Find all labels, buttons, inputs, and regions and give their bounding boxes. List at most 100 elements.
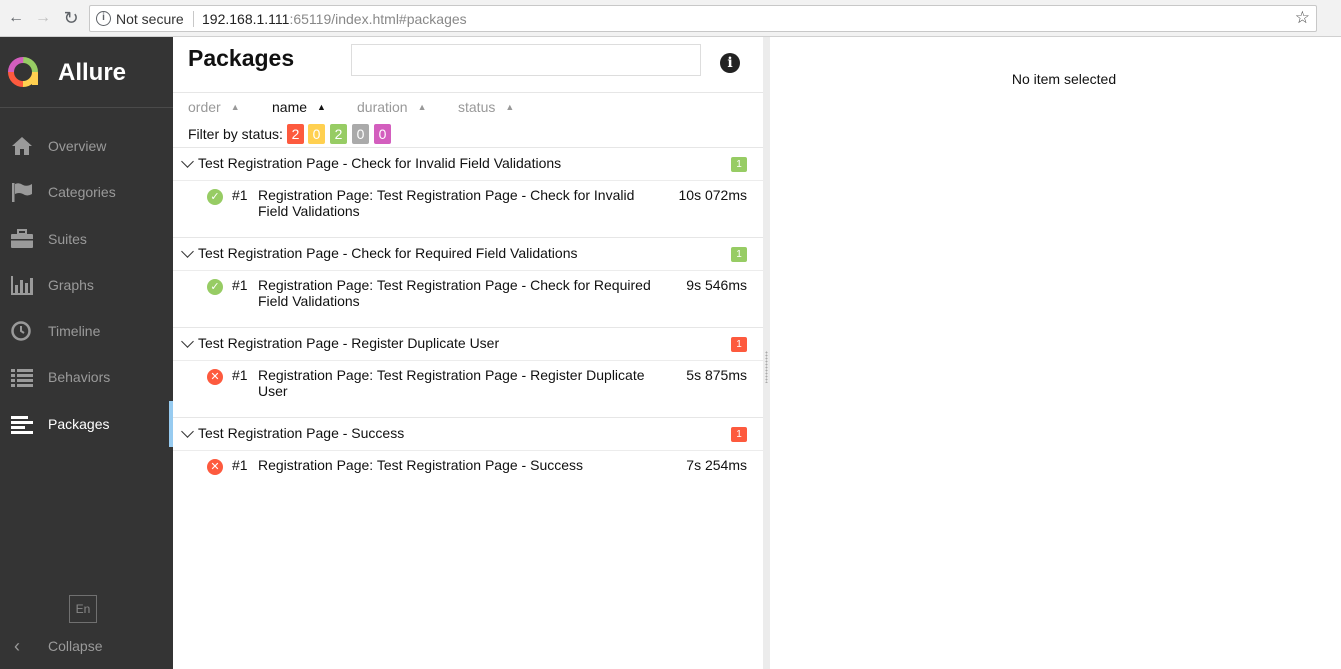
sidebar-item-behaviors[interactable]: Behaviors xyxy=(0,354,173,400)
sort-ascending-icon: ▲ xyxy=(317,102,326,112)
group-count-badge: 1 xyxy=(731,337,747,352)
test-name: Registration Page: Test Registration Pag… xyxy=(258,187,635,219)
sidebar-divider xyxy=(0,107,173,108)
test-item[interactable]: ✕ #1 Registration Page: Test Registratio… xyxy=(173,450,763,494)
sorter-label: name xyxy=(272,99,308,115)
back-arrow-icon[interactable]: ← xyxy=(6,8,26,28)
brand-name: Allure xyxy=(58,59,127,86)
package-group: Test Registration Page - Success 1 ✕ #1 … xyxy=(173,417,763,494)
chevron-left-icon: ‹ xyxy=(14,636,20,656)
test-number: #1 xyxy=(232,457,248,473)
sorter-duration[interactable]: duration ▲ xyxy=(357,99,427,115)
package-group: Test Registration Page - Register Duplic… xyxy=(173,327,763,417)
language-selector[interactable]: En xyxy=(69,595,97,623)
passed-check-icon: ✓ xyxy=(207,189,223,205)
security-label[interactable]: Not secure xyxy=(116,11,184,27)
sidebar: Allure Overview Categories Suites Graphs… xyxy=(0,37,173,669)
sidebar-item-label: Behaviors xyxy=(48,369,111,386)
group-title: Test Registration Page - Check for Inval… xyxy=(198,155,562,171)
test-name: Registration Page: Test Registration Pag… xyxy=(258,367,645,399)
allure-logo-icon xyxy=(8,57,38,87)
filter-passed-badge[interactable]: 2 xyxy=(330,124,347,144)
test-duration: 10s 072ms xyxy=(678,187,747,203)
group-header[interactable]: Test Registration Page - Success 1 xyxy=(173,418,763,450)
sidebar-item-graphs[interactable]: Graphs xyxy=(0,262,173,308)
sidebar-item-timeline[interactable]: Timeline xyxy=(0,308,173,354)
test-duration: 9s 546ms xyxy=(686,277,747,293)
bar-chart-icon xyxy=(11,275,33,295)
package-group: Test Registration Page - Check for Requi… xyxy=(173,237,763,327)
sorter-label: order xyxy=(188,99,221,115)
sorter-label: duration xyxy=(357,99,408,115)
url-text[interactable]: 192.168.1.111:65119/index.html#packages xyxy=(202,11,467,27)
test-item[interactable]: ✕ #1 Registration Page: Test Registratio… xyxy=(173,360,763,417)
detail-pane: No item selected xyxy=(770,37,1341,669)
sidebar-item-suites[interactable]: Suites xyxy=(0,216,173,262)
brand[interactable]: Allure xyxy=(6,55,166,91)
bookmark-star-icon[interactable]: ☆ xyxy=(1295,8,1310,28)
group-count-badge: 1 xyxy=(731,157,747,172)
failed-x-icon: ✕ xyxy=(207,369,223,385)
sidebar-item-label: Overview xyxy=(48,138,107,154)
package-tree: Test Registration Page - Check for Inval… xyxy=(173,147,763,494)
address-divider xyxy=(193,11,194,27)
filter-failed-badge[interactable]: 2 xyxy=(287,124,304,144)
chevron-down-icon xyxy=(181,425,194,438)
group-count-badge: 1 xyxy=(731,247,747,262)
header-divider xyxy=(173,92,763,93)
drag-handle-icon[interactable] xyxy=(765,351,768,383)
sidebar-item-label: Packages xyxy=(48,415,110,432)
group-header[interactable]: Test Registration Page - Register Duplic… xyxy=(173,328,763,360)
test-item[interactable]: ✓ #1 Registration Page: Test Registratio… xyxy=(173,180,763,237)
group-header[interactable]: Test Registration Page - Check for Inval… xyxy=(173,148,763,180)
empty-state-message: No item selected xyxy=(1011,71,1117,87)
forward-arrow-icon[interactable]: → xyxy=(33,8,53,28)
pane-splitter[interactable] xyxy=(763,37,770,669)
sorter-order[interactable]: order ▲ xyxy=(188,99,240,115)
group-header[interactable]: Test Registration Page - Check for Requi… xyxy=(173,238,763,270)
sidebar-item-packages[interactable]: Packages xyxy=(0,400,173,448)
url-path: :65119/index.html#packages xyxy=(289,11,467,27)
align-left-icon xyxy=(11,415,33,434)
sidebar-item-categories[interactable]: Categories xyxy=(0,169,173,215)
sidebar-menu: Overview Categories Suites Graphs Timeli… xyxy=(0,123,173,448)
packages-pane: Packages i order ▲ name ▲ duration ▲ status… xyxy=(173,37,763,669)
filter-broken-badge[interactable]: 0 xyxy=(308,124,325,144)
group-title: Test Registration Page - Register Duplic… xyxy=(198,335,500,351)
info-icon[interactable]: i xyxy=(96,11,111,26)
sidebar-item-label: Graphs xyxy=(48,276,94,293)
test-number: #1 xyxy=(232,187,248,203)
passed-check-icon: ✓ xyxy=(207,279,223,295)
sorter-name[interactable]: name ▲ xyxy=(272,99,326,115)
test-number: #1 xyxy=(232,277,248,293)
search-input[interactable] xyxy=(351,44,701,76)
test-name: Registration Page: Test Registration Pag… xyxy=(258,277,651,309)
home-icon xyxy=(12,137,32,155)
filter-unknown-badge[interactable]: 0 xyxy=(374,124,391,144)
info-circle-icon[interactable]: i xyxy=(720,53,740,73)
test-duration: 7s 254ms xyxy=(686,457,747,473)
failed-x-icon: ✕ xyxy=(207,459,223,475)
address-bar[interactable]: i Not secure 192.168.1.111:65119/index.h… xyxy=(89,5,1317,32)
sidebar-item-label: Timeline xyxy=(48,323,101,340)
flag-icon xyxy=(12,183,32,203)
group-title: Test Registration Page - Check for Requi… xyxy=(198,245,578,261)
package-group: Test Registration Page - Check for Inval… xyxy=(173,147,763,237)
filter-skipped-badge[interactable]: 0 xyxy=(352,124,369,144)
chevron-down-icon xyxy=(181,245,194,258)
chevron-down-icon xyxy=(181,155,194,168)
reload-icon[interactable]: ↻ xyxy=(61,8,81,28)
sidebar-item-overview[interactable]: Overview xyxy=(0,123,173,169)
briefcase-icon xyxy=(11,228,33,248)
page-title: Packages xyxy=(188,45,295,71)
sort-icon: ▲ xyxy=(505,102,514,112)
group-title: Test Registration Page - Success xyxy=(198,425,405,441)
sort-icon: ▲ xyxy=(230,102,240,112)
test-item[interactable]: ✓ #1 Registration Page: Test Registratio… xyxy=(173,270,763,327)
sort-icon: ▲ xyxy=(417,102,427,112)
collapse-button[interactable]: ‹ Collapse xyxy=(0,635,173,659)
filter-label: Filter by status: xyxy=(188,126,283,142)
chevron-down-icon xyxy=(181,335,194,348)
browser-toolbar: ← → ↻ i Not secure 192.168.1.111:65119/i… xyxy=(0,0,1341,37)
sorter-status[interactable]: status ▲ xyxy=(458,99,514,115)
